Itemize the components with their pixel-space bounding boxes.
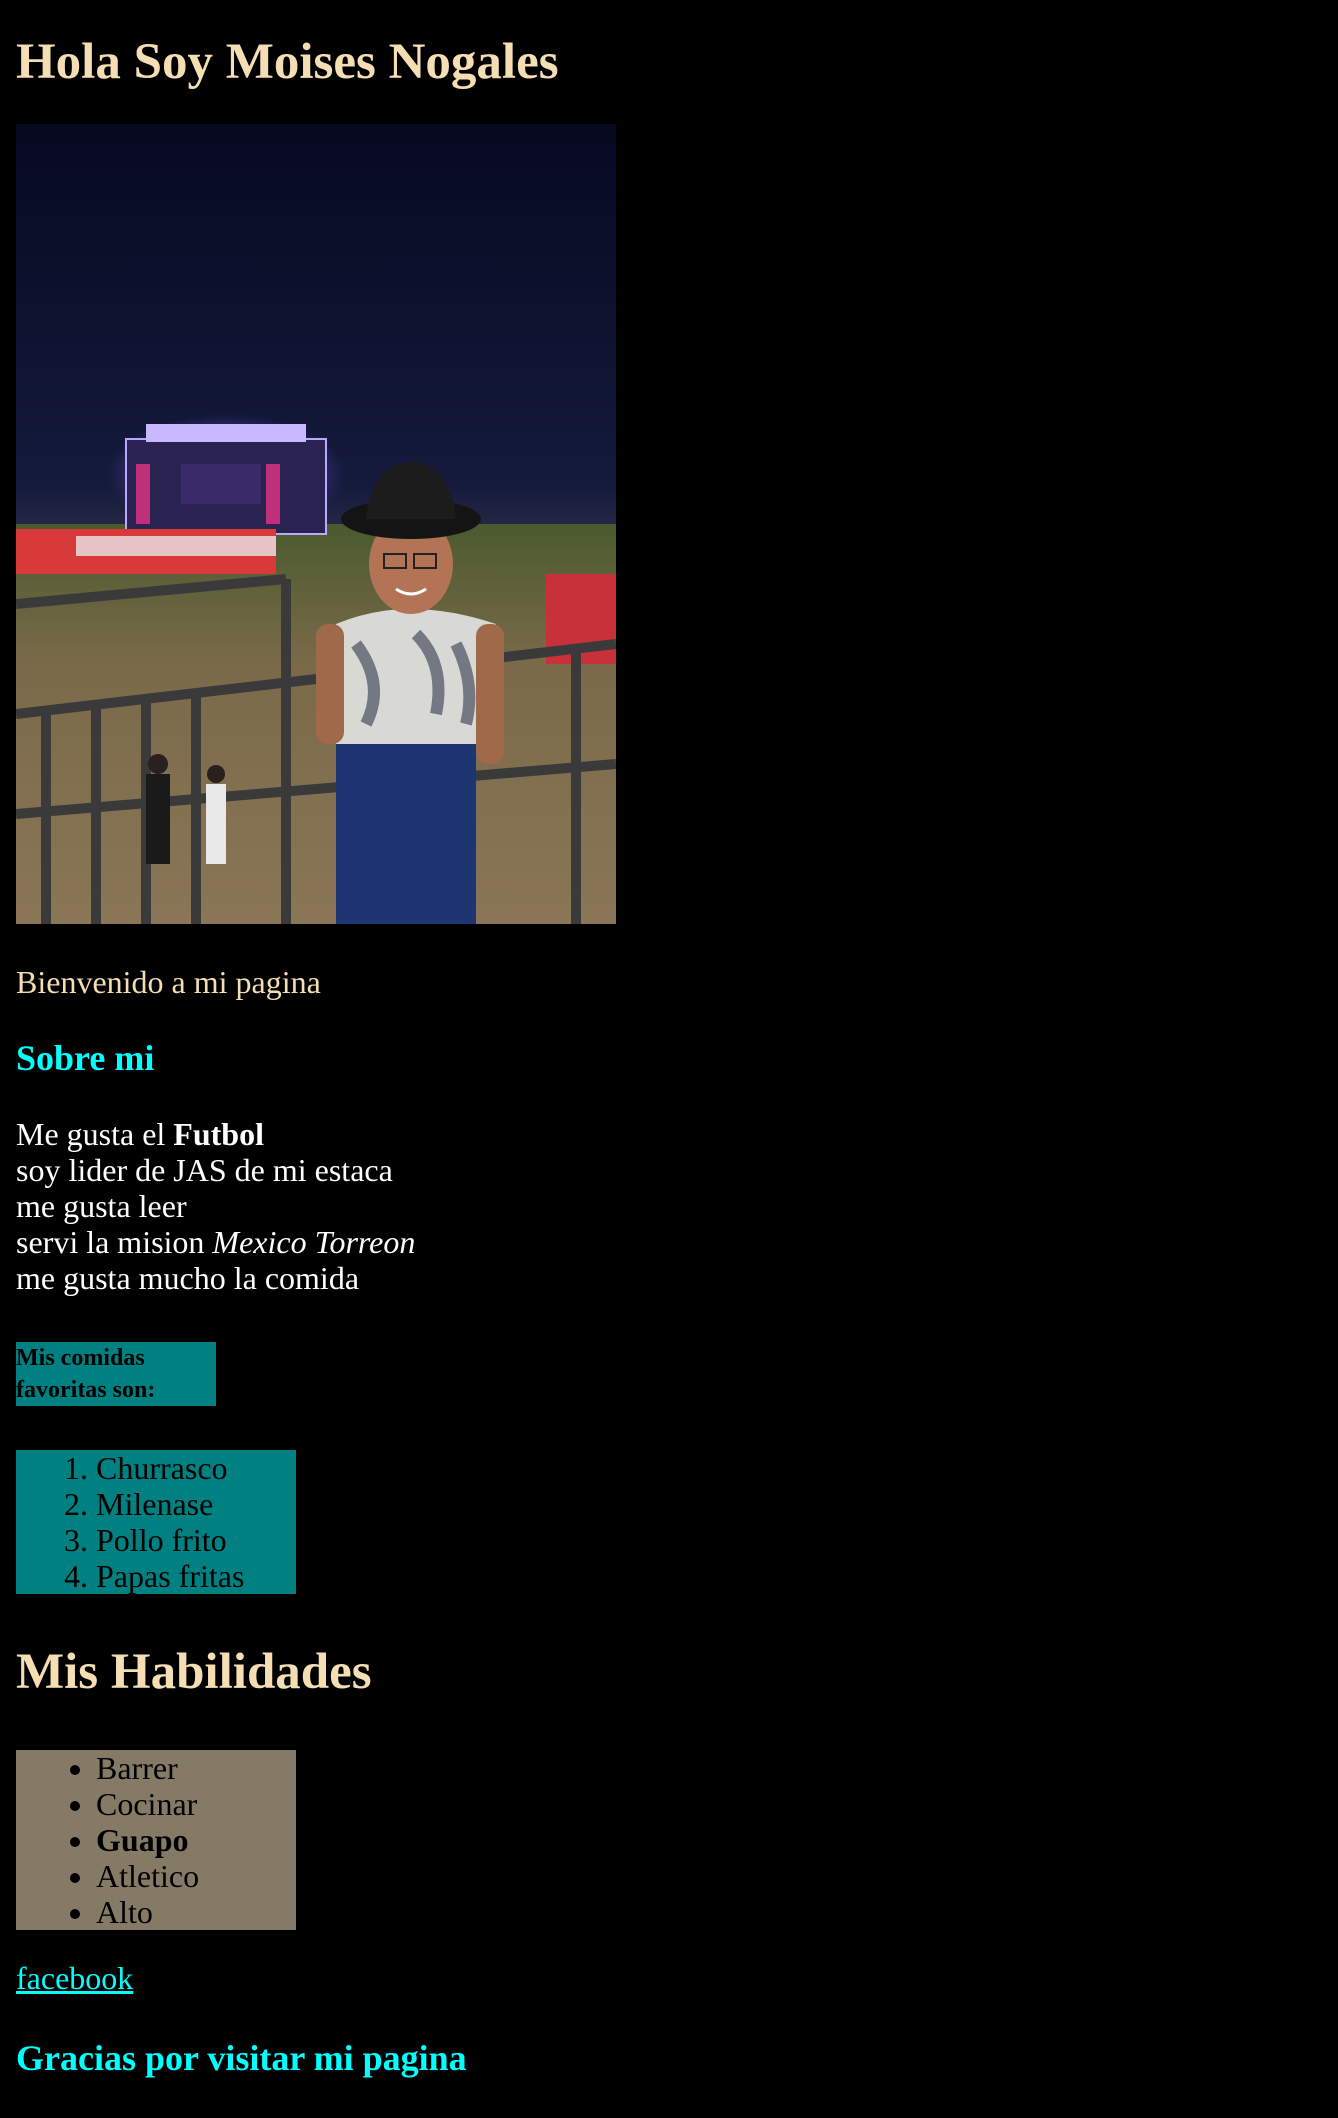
list-item: Papas fritas [96, 1558, 296, 1594]
skills-list: Barrer Cocinar Guapo Atletico Alto [16, 1750, 296, 1930]
list-item: Barrer [96, 1750, 296, 1786]
about-line4-italic: Mexico Torreon [212, 1224, 416, 1260]
list-item: Alto [96, 1894, 296, 1930]
about-line2: soy lider de JAS de mi estaca [16, 1152, 393, 1188]
about-line4-prefix: servi la mision [16, 1224, 213, 1260]
list-item: Atletico [96, 1858, 296, 1894]
page-title: Hola Soy Moises Nogales [16, 34, 559, 90]
list-item: Pollo frito [96, 1522, 296, 1558]
skills-heading: Mis Habilidades [16, 1644, 372, 1700]
about-paragraph: Me gusta el Futbol soy lider de JAS de mi… [16, 1116, 415, 1296]
thanks-heading: Gracias por visitar mi pagina [16, 2038, 467, 2078]
list-item: Cocinar [96, 1786, 296, 1822]
foods-heading: Mis comidas favoritas son: [16, 1342, 216, 1406]
welcome-text: Bienvenido a mi pagina [16, 964, 321, 1000]
page: Hola Soy Moises Nogales Bienvenido a mi … [0, 0, 1338, 2118]
about-heading: Sobre mi [16, 1038, 155, 1078]
list-item: Milenase [96, 1486, 296, 1522]
facebook-link[interactable]: facebook [16, 1958, 133, 1998]
list-item: Guapo [96, 1822, 296, 1858]
profile-photo [16, 124, 616, 924]
about-line5: me gusta mucho la comida [16, 1260, 360, 1296]
list-item: Churrasco [96, 1450, 296, 1486]
about-line3: me gusta leer [16, 1188, 187, 1224]
about-line1-bold: Futbol [173, 1116, 264, 1152]
about-line1-prefix: Me gusta el [16, 1116, 174, 1152]
foods-list: Churrasco Milenase Pollo frito Papas fri… [16, 1450, 296, 1594]
